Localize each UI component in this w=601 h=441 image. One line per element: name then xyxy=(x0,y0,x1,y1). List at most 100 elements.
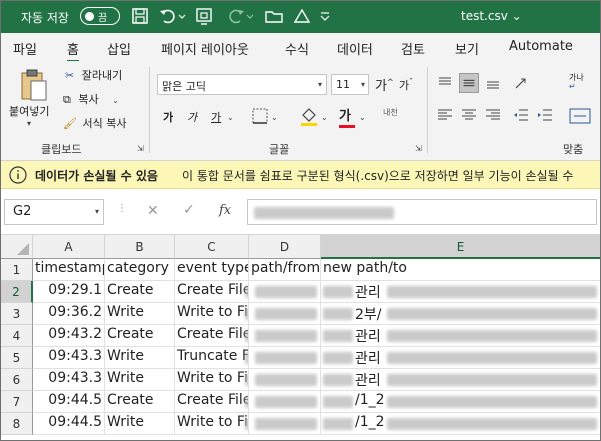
align-middle-icon[interactable] xyxy=(459,73,479,93)
table-cell[interactable] xyxy=(249,281,321,303)
cut-button[interactable]: ✂ 잘라내기 xyxy=(65,67,122,83)
table-cell[interactable] xyxy=(249,325,321,347)
indent-decrease-icon[interactable] xyxy=(511,105,531,125)
row-header[interactable]: 1 xyxy=(1,259,33,281)
row-header[interactable]: 2 xyxy=(1,281,33,303)
redo-dropdown-icon[interactable] xyxy=(245,5,255,27)
tab-review[interactable]: 검토 xyxy=(401,39,425,58)
tab-data[interactable]: 데이터 xyxy=(337,39,373,58)
tab-insert[interactable]: 삽입 xyxy=(107,39,131,58)
table-cell[interactable]: 09:43.2 xyxy=(33,325,105,347)
table-cell[interactable] xyxy=(249,413,321,435)
table-cell[interactable]: timestamp xyxy=(33,259,105,281)
tab-page-layout[interactable]: 페이지 레이아웃 xyxy=(161,39,249,58)
tab-formulas[interactable]: 수식 xyxy=(285,39,309,58)
copy-button[interactable]: ⧉ 복사 ⌄ xyxy=(63,91,119,107)
undo-dropdown-icon[interactable] xyxy=(177,5,187,27)
font-color-dropdown-icon[interactable]: ⌄ xyxy=(359,113,366,122)
table-cell[interactable]: 09:44.5 xyxy=(33,391,105,413)
table-cell[interactable] xyxy=(249,303,321,325)
underline-dropdown-icon[interactable]: ⌄ xyxy=(227,113,234,122)
table-cell[interactable]: Create xyxy=(105,391,175,413)
align-top-icon[interactable] xyxy=(435,73,455,93)
shape-icon[interactable] xyxy=(291,5,313,27)
row-header[interactable]: 5 xyxy=(1,347,33,369)
table-cell[interactable]: 관리 xyxy=(321,369,600,391)
row-header[interactable]: 3 xyxy=(1,303,33,325)
table-cell[interactable]: 관리 xyxy=(321,347,600,369)
font-name-box[interactable]: 맑은 고딕 ▾ xyxy=(157,74,327,95)
undo-icon[interactable] xyxy=(157,5,179,27)
wrap-text-button[interactable]: 가나 ↵ xyxy=(569,73,584,91)
table-cell[interactable] xyxy=(249,391,321,413)
table-cell[interactable]: Write xyxy=(105,369,175,391)
column-header-b[interactable]: B xyxy=(105,235,175,259)
table-cell[interactable]: event type xyxy=(175,259,249,281)
table-cell[interactable]: 관리 xyxy=(321,325,600,347)
align-left-icon[interactable] xyxy=(435,105,455,125)
table-cell[interactable]: path/from xyxy=(249,259,321,281)
table-cell[interactable]: /1_2 xyxy=(321,413,600,435)
font-launcher-icon[interactable]: ⇲ xyxy=(415,144,422,153)
formula-bar-grip-icon[interactable]: ⋮ xyxy=(117,203,127,214)
table-cell[interactable]: Create File xyxy=(175,325,249,347)
autosave-toggle[interactable]: 끔 xyxy=(80,7,120,25)
align-right-icon[interactable] xyxy=(483,105,503,125)
fill-color-icon[interactable] xyxy=(299,105,319,127)
table-cell[interactable]: 09:29.1 xyxy=(33,281,105,303)
table-cell[interactable]: Create File xyxy=(175,391,249,413)
merge-icon[interactable] xyxy=(569,107,591,125)
screen-icon[interactable] xyxy=(193,5,215,27)
row-header[interactable]: 6 xyxy=(1,369,33,391)
format-painter-button[interactable]: 🖌 서식 복사 xyxy=(63,115,126,131)
table-cell[interactable]: Write xyxy=(105,413,175,435)
clipboard-launcher-icon[interactable]: ⇲ xyxy=(137,144,144,153)
paste-button[interactable]: 붙여넣기 ▾ xyxy=(7,65,57,131)
formula-input[interactable] xyxy=(247,199,597,225)
table-cell[interactable] xyxy=(249,369,321,391)
table-cell[interactable]: 09:43.3 xyxy=(33,369,105,391)
insert-function-icon[interactable]: fx xyxy=(219,203,231,218)
table-cell[interactable]: Write to Fi xyxy=(175,369,249,391)
table-cell[interactable]: /1_2 xyxy=(321,391,600,413)
tab-automate[interactable]: Automate xyxy=(509,39,573,54)
file-name[interactable]: test.csv ⌄ xyxy=(461,9,522,23)
table-cell[interactable]: Truncate Fi xyxy=(175,347,249,369)
name-box[interactable]: G2 ▾ xyxy=(4,199,104,225)
align-center-icon[interactable] xyxy=(459,105,479,125)
table-cell[interactable]: new path/to xyxy=(321,259,600,281)
table-cell[interactable]: Create xyxy=(105,325,175,347)
row-header[interactable]: 4 xyxy=(1,325,33,347)
font-color-button[interactable]: 가 xyxy=(339,105,355,128)
fill-dropdown-icon[interactable]: ⌄ xyxy=(321,113,328,122)
table-cell[interactable]: Write to Fi xyxy=(175,303,249,325)
orientation-icon[interactable] xyxy=(511,73,531,93)
column-header-e[interactable]: E xyxy=(321,235,600,259)
enter-icon[interactable]: ✓ xyxy=(183,202,195,218)
worksheet-grid[interactable]: A B C D E 1 timestamp category event type pa… xyxy=(1,235,600,440)
redo-icon[interactable] xyxy=(225,5,247,27)
table-cell[interactable]: category xyxy=(105,259,175,281)
table-cell[interactable]: Write to Fi xyxy=(175,413,249,435)
tab-file[interactable]: 파일 xyxy=(13,39,37,58)
table-cell[interactable]: Write xyxy=(105,347,175,369)
underline-button[interactable]: 가 xyxy=(211,109,221,125)
row-header[interactable]: 7 xyxy=(1,391,33,413)
table-cell[interactable] xyxy=(249,347,321,369)
save-icon[interactable] xyxy=(129,5,151,27)
table-cell[interactable]: 2부/ xyxy=(321,303,600,325)
column-header-d[interactable]: D xyxy=(249,235,321,259)
phonetic-button[interactable]: 내천 xyxy=(383,107,398,118)
table-cell[interactable]: Create xyxy=(105,281,175,303)
table-cell[interactable]: Write xyxy=(105,303,175,325)
column-header-a[interactable]: A xyxy=(33,235,105,259)
tab-view[interactable]: 보기 xyxy=(455,39,479,58)
bold-button[interactable]: 가 xyxy=(163,109,173,125)
align-bottom-icon[interactable] xyxy=(483,73,503,93)
shrink-font-button[interactable]: 가ˇ xyxy=(399,77,413,93)
folder-icon[interactable] xyxy=(263,5,285,27)
table-cell[interactable]: 09:36.2 xyxy=(33,303,105,325)
select-all-corner[interactable] xyxy=(1,235,33,259)
row-header[interactable]: 8 xyxy=(1,413,33,435)
qat-more-icon[interactable] xyxy=(318,5,332,27)
